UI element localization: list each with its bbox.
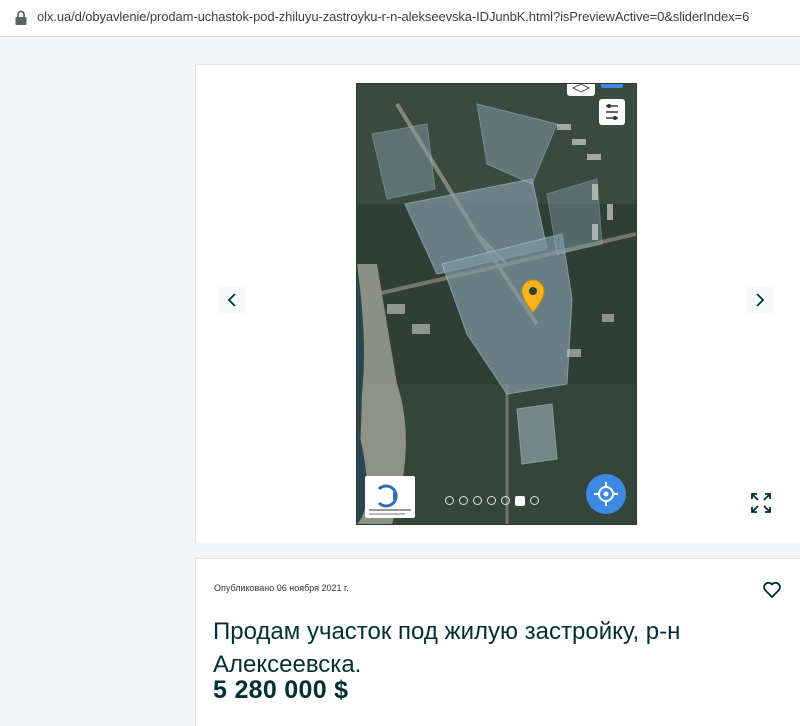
favorite-button[interactable] xyxy=(762,580,782,600)
fullscreen-button[interactable] xyxy=(750,492,772,514)
slide-dot[interactable] xyxy=(530,496,539,505)
slide-dot-active[interactable] xyxy=(515,495,525,506)
heart-icon xyxy=(763,581,781,598)
address-bar[interactable]: olx.ua/d/obyavlenie/prodam-uchastok-pod-… xyxy=(0,0,800,37)
satellite-map-photo[interactable] xyxy=(356,83,637,525)
chevron-right-icon xyxy=(756,293,765,307)
chevron-left-icon xyxy=(227,293,236,307)
locate-me-button[interactable] xyxy=(586,474,626,514)
slide-dot[interactable] xyxy=(473,496,482,505)
url-text[interactable]: olx.ua/d/obyavlenie/prodam-uchastok-pod-… xyxy=(37,9,749,24)
route-button[interactable] xyxy=(599,99,625,125)
slide-dot[interactable] xyxy=(445,496,454,505)
next-slide-button[interactable] xyxy=(747,287,773,313)
slide-dot[interactable] xyxy=(487,496,496,505)
ad-title: Продам участок под жилую застройку, р-н … xyxy=(213,618,681,679)
slide-dot[interactable] xyxy=(459,496,468,505)
expand-icon xyxy=(751,493,771,513)
map-type-tab[interactable] xyxy=(601,84,623,88)
prev-slide-button[interactable] xyxy=(219,287,245,313)
ad-info-card: Опубликовано 06 ноября 2021 г. Продам уч… xyxy=(195,558,800,726)
publish-date: Опубликовано 06 ноября 2021 г. xyxy=(214,583,349,593)
lock-icon xyxy=(15,10,27,25)
slide-dot[interactable] xyxy=(501,496,510,505)
photo-gallery xyxy=(195,64,800,543)
map-layers-button[interactable] xyxy=(567,84,595,96)
ad-price: 5 280 000 $ xyxy=(213,676,349,704)
slide-indicators xyxy=(445,495,539,506)
map-provider-logo xyxy=(365,476,415,518)
